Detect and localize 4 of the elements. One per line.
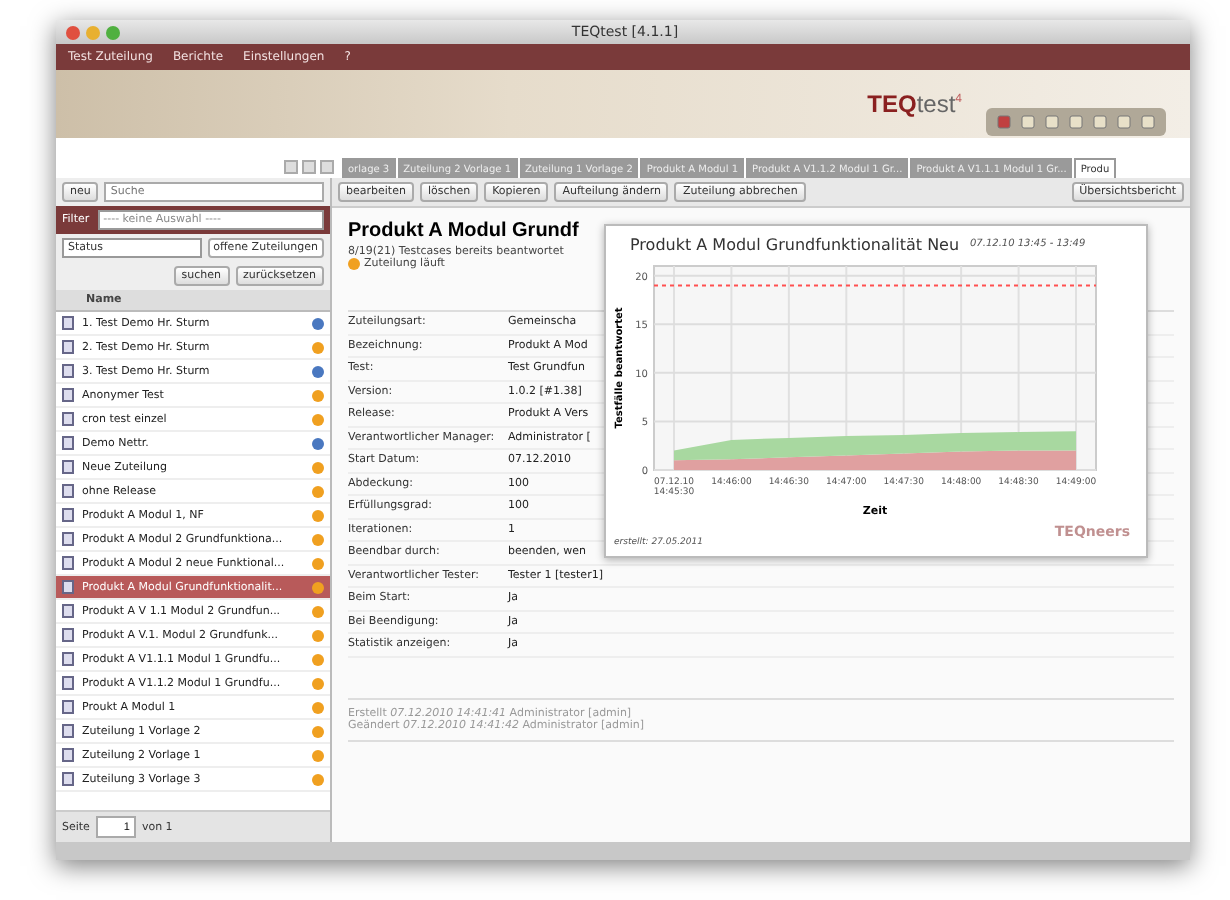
app-logo: TEQtest$^{4}$ <box>867 90 962 118</box>
page-heading: Produkt A Modul Grundf <box>348 220 581 242</box>
chart-title: Produkt A Modul Grundfunktionalität Neu <box>630 236 960 254</box>
status-icon <box>348 258 360 270</box>
